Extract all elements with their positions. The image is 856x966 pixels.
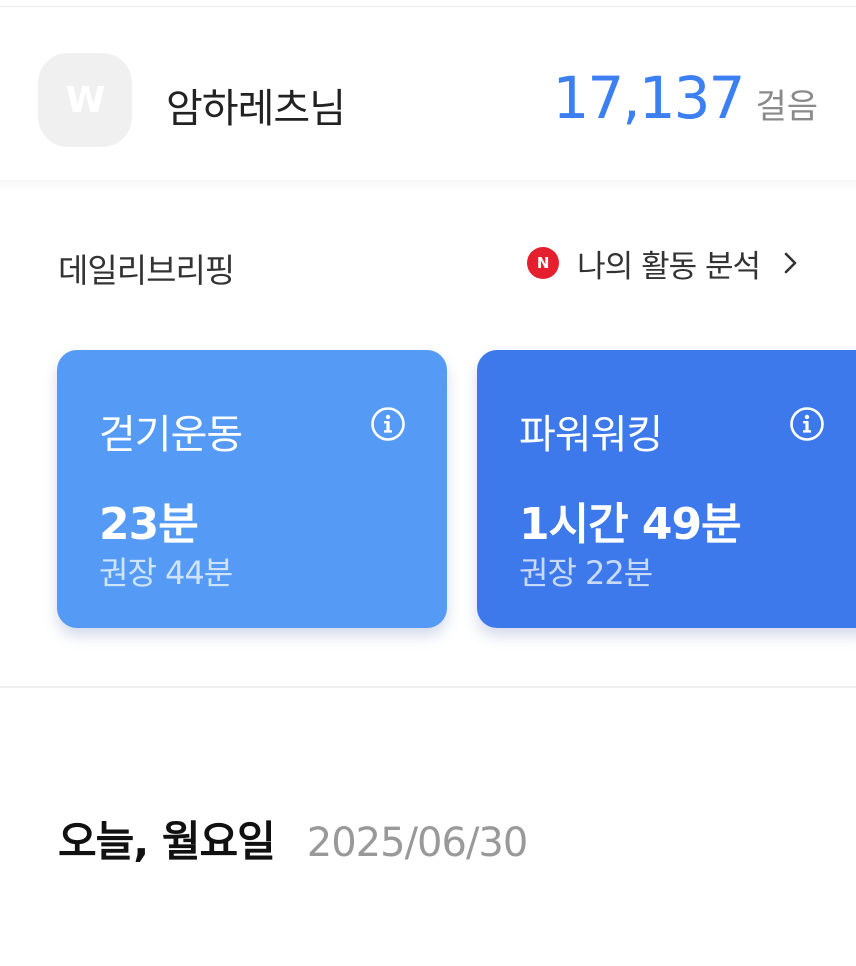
- card-value: 1시간 49분: [519, 499, 742, 550]
- step-count[interactable]: 17,137 걸음: [552, 64, 818, 132]
- card-title: 걷기운동: [99, 412, 243, 458]
- card-recommended: 권장 44분: [99, 554, 233, 592]
- new-badge: N: [527, 247, 560, 279]
- today-date-header: 오늘, 월요일 2025/06/30: [58, 808, 529, 869]
- daily-briefing-title: 데일리브리핑: [58, 251, 235, 290]
- profile-header: W 암하레츠님 17,137 걸음: [0, 8, 856, 180]
- chevron-right-icon: [784, 250, 802, 276]
- day-label: 오늘, 월요일: [58, 817, 276, 866]
- section-divider: [0, 686, 856, 688]
- power-walking-card[interactable]: 파워워킹 1시간 49분 권장 22분: [477, 350, 856, 628]
- card-recommended: 권장 22분: [519, 554, 653, 592]
- section-divider: [0, 180, 856, 192]
- walking-exercise-card[interactable]: 걷기운동 23분 권장 44분: [57, 350, 447, 628]
- info-icon[interactable]: [370, 406, 406, 442]
- info-icon[interactable]: [789, 406, 825, 442]
- username: 암하레츠님: [166, 86, 346, 132]
- date-value: 2025/06/30: [306, 820, 529, 866]
- step-count-value: 17,137: [552, 64, 745, 132]
- top-divider: [0, 6, 856, 7]
- activity-analysis-label: 나의 활동 분석: [577, 248, 761, 285]
- step-count-unit: 걸음: [755, 87, 818, 127]
- avatar[interactable]: W: [38, 53, 132, 147]
- card-value: 23분: [99, 499, 199, 550]
- activity-analysis-link[interactable]: N 나의 활동 분석: [527, 242, 802, 285]
- app-screen: W 암하레츠님 17,137 걸음 데일리브리핑 N 나의 활동 분석 걷기운동: [0, 0, 856, 966]
- avatar-letter: W: [65, 79, 106, 121]
- card-title: 파워워킹: [519, 412, 663, 458]
